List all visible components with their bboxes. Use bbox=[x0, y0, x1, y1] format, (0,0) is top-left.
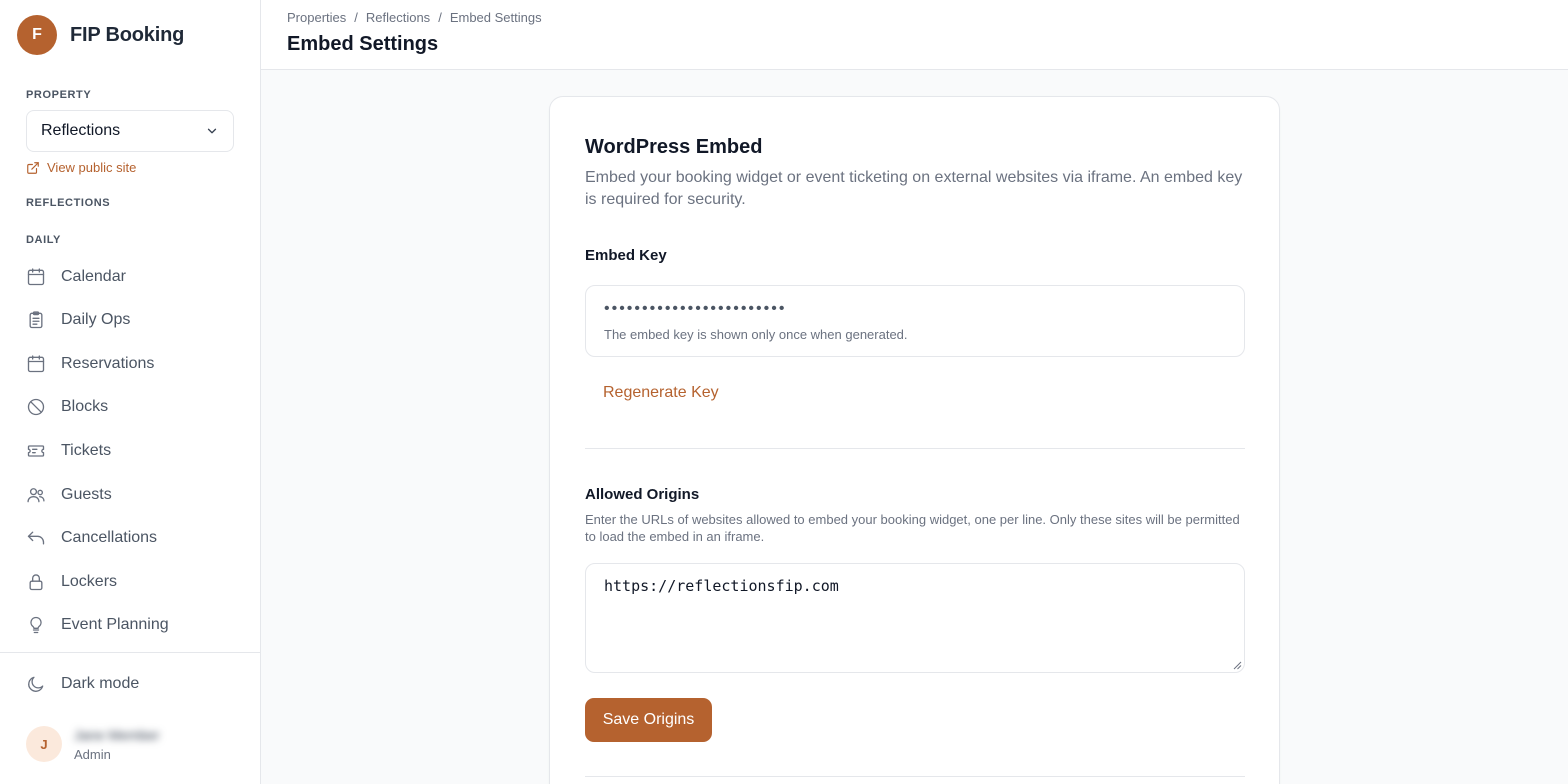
resize-handle-icon[interactable] bbox=[1233, 661, 1242, 670]
undo-icon bbox=[27, 531, 45, 545]
brand[interactable]: F FIP Booking bbox=[17, 15, 184, 55]
users-icon bbox=[27, 488, 45, 503]
sidebar-item-label: Daily Ops bbox=[61, 311, 131, 328]
brand-avatar: F bbox=[17, 15, 57, 55]
sidebar-item-label: Lockers bbox=[61, 573, 118, 590]
breadcrumb-separator: / bbox=[354, 10, 358, 25]
allowed-origins-value: https://reflectionsfip.com bbox=[604, 577, 839, 595]
dark-mode-label: Dark mode bbox=[61, 675, 140, 692]
property-select-value: Reflections bbox=[41, 122, 121, 139]
calendar-icon bbox=[27, 355, 45, 373]
embed-key-box: •••••••••••••••••••••••• The embed key i… bbox=[585, 285, 1245, 357]
user-role: Admin bbox=[74, 746, 111, 762]
brand-name: FIP Booking bbox=[70, 23, 185, 46]
embed-key-label: Embed Key bbox=[585, 247, 667, 264]
page-header: Properties / Reflections / Embed Setting… bbox=[261, 0, 1568, 70]
sidebar-item-daily-ops[interactable]: Daily Ops bbox=[26, 298, 236, 342]
sidebar-item-blocks[interactable]: Blocks bbox=[26, 385, 236, 429]
lightbulb-icon bbox=[30, 616, 42, 634]
breadcrumb-reflections[interactable]: Reflections bbox=[366, 10, 430, 25]
sidebar-item-calendar[interactable]: Calendar bbox=[26, 255, 236, 299]
ban-icon bbox=[27, 398, 45, 416]
embed-key-masked: •••••••••••••••••••••••• bbox=[604, 300, 787, 317]
property-section-label: PROPERTY bbox=[26, 89, 92, 101]
sidebar-item-label: Blocks bbox=[61, 398, 109, 415]
clipboard-icon bbox=[29, 311, 43, 329]
sidebar-item-label: Event Planning bbox=[61, 616, 169, 633]
external-link-icon bbox=[27, 161, 39, 174]
property-select[interactable]: Reflections bbox=[26, 110, 234, 152]
avatar: J bbox=[26, 726, 62, 762]
sidebar-item-label: Calendar bbox=[61, 268, 126, 285]
breadcrumb-separator: / bbox=[438, 10, 442, 25]
allowed-origins-label: Allowed Origins bbox=[585, 486, 700, 503]
calendar-icon bbox=[27, 268, 45, 286]
chevron-down-icon bbox=[207, 128, 217, 134]
allowed-origins-description: Enter the URLs of websites allowed to em… bbox=[585, 512, 1240, 544]
card-description: Embed your booking widget or event ticke… bbox=[585, 169, 1243, 208]
breadcrumb: Properties / Reflections / Embed Setting… bbox=[287, 10, 542, 25]
wordpress-embed-card: WordPress Embed Embed your booking widge… bbox=[549, 96, 1280, 784]
sidebar-item-guests[interactable]: Guests bbox=[26, 473, 236, 517]
daily-section-label: DAILY bbox=[26, 234, 61, 246]
user-menu[interactable]: J Jane Member Admin bbox=[26, 726, 160, 762]
sidebar-item-event-planning[interactable]: Event Planning bbox=[26, 603, 236, 647]
sidebar-item-label: Guests bbox=[61, 486, 112, 503]
moon-icon bbox=[28, 676, 44, 692]
allowed-origins-textarea[interactable]: https://reflectionsfip.com bbox=[585, 563, 1245, 673]
sidebar-item-cancellations[interactable]: Cancellations bbox=[26, 516, 236, 560]
section-divider bbox=[585, 448, 1245, 449]
embed-key-hint: The embed key is shown only once when ge… bbox=[604, 327, 908, 342]
page-title: Embed Settings bbox=[287, 33, 439, 55]
save-origins-button[interactable]: Save Origins bbox=[585, 698, 712, 742]
sidebar-footer: Dark mode J Jane Member Admin bbox=[0, 652, 260, 784]
sidebar-item-label: Reservations bbox=[61, 355, 155, 372]
dark-mode-toggle[interactable]: Dark mode bbox=[26, 674, 139, 694]
card-title: WordPress Embed bbox=[585, 136, 763, 158]
sidebar-item-label: Tickets bbox=[61, 442, 112, 459]
sidebar-item-label: Cancellations bbox=[61, 529, 158, 546]
breadcrumb-current: Embed Settings bbox=[449, 10, 542, 25]
view-public-site-link[interactable]: View public site bbox=[26, 160, 136, 175]
ticket-icon bbox=[27, 445, 45, 457]
sidebar: F FIP Booking PROPERTY Reflections View … bbox=[0, 0, 261, 784]
sidebar-item-reservations[interactable]: Reservations bbox=[26, 342, 236, 386]
reflections-group-label: REFLECTIONS bbox=[26, 197, 111, 209]
section-divider bbox=[585, 776, 1245, 777]
breadcrumb-properties[interactable]: Properties bbox=[287, 10, 346, 25]
lock-icon bbox=[29, 574, 43, 591]
regenerate-key-button[interactable]: Regenerate Key bbox=[603, 384, 719, 402]
view-public-site-label: View public site bbox=[47, 160, 137, 175]
user-name: Jane Member bbox=[74, 726, 160, 743]
sidebar-item-lockers[interactable]: Lockers bbox=[26, 560, 236, 604]
sidebar-item-tickets[interactable]: Tickets bbox=[26, 429, 236, 473]
